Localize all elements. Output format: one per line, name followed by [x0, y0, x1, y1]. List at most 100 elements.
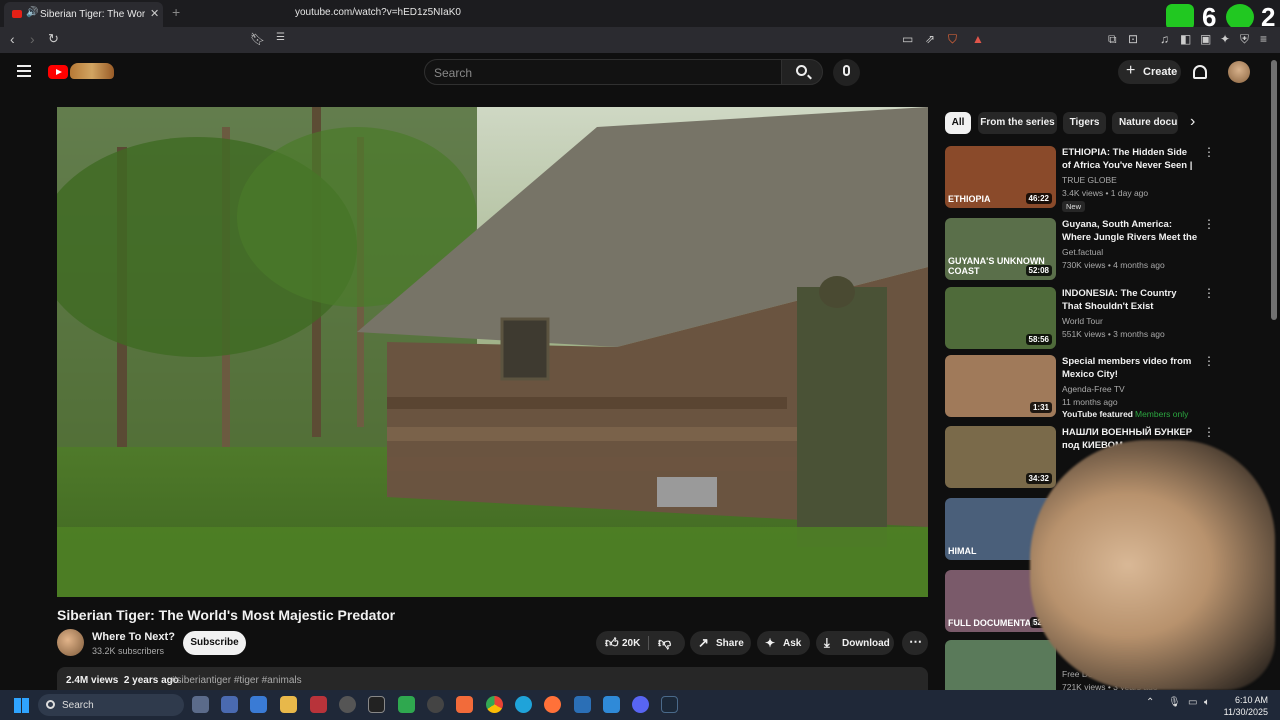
create-button[interactable]: + Create	[1118, 60, 1181, 84]
recommendation-title[interactable]: INDONESIA: The Country That Shouldn't Ex…	[1062, 287, 1198, 313]
volume-icon[interactable]: 🔈︎	[1204, 697, 1210, 708]
chrome-icon[interactable]	[486, 696, 503, 713]
chip-all[interactable]: All	[945, 112, 971, 134]
share-page-icon[interactable]: ⇗	[925, 32, 935, 46]
app-icon[interactable]	[310, 696, 327, 713]
discord-icon[interactable]	[632, 696, 649, 713]
system-clock[interactable]: 6:10 AM 11/30/2025	[1222, 694, 1268, 718]
more-vertical-icon[interactable]: ⋮	[1203, 287, 1215, 299]
sidebar-icon[interactable]: ◧	[1180, 32, 1191, 46]
microphone-tray-icon[interactable]: 🎙︎	[1168, 697, 1181, 708]
chevron-right-icon[interactable]: ›	[1190, 113, 1195, 131]
screenshot-icon[interactable]: ⊡	[1128, 32, 1138, 46]
video-player[interactable]	[57, 107, 928, 597]
more-vertical-icon[interactable]: ⋮	[1203, 355, 1215, 367]
page-scrollbar[interactable]	[1271, 60, 1277, 320]
vpn-icon[interactable]: ⛨	[1240, 32, 1249, 47]
site-info-icon[interactable]: ☰	[276, 32, 285, 43]
like-count[interactable]: 20K	[622, 638, 640, 649]
file-explorer-icon[interactable]	[280, 696, 297, 713]
bookmark-icon[interactable]: 🔖︎	[250, 32, 265, 46]
app-icon[interactable]	[221, 696, 238, 713]
close-tab-icon[interactable]: ✕	[150, 7, 159, 20]
audio-playing-icon[interactable]: 🔊	[26, 7, 38, 18]
menu-icon[interactable]: ≡	[1260, 32, 1267, 46]
search-input[interactable]	[424, 59, 782, 85]
back-icon[interactable]: ‹	[10, 31, 15, 47]
browser-tab[interactable]: 🔊 Siberian Tiger: The World's Most Majes…	[4, 2, 163, 27]
recommendation-channel[interactable]: Agenda-Free TV	[1062, 384, 1125, 394]
video-thumbnail[interactable]: 34:32	[945, 426, 1056, 488]
dislike-icon[interactable]: 👎︎	[658, 635, 671, 651]
app-icon[interactable]	[398, 696, 415, 713]
channel-name[interactable]: Where To Next?	[92, 631, 175, 643]
recommendation-title[interactable]: Guyana, South America: Where Jungle Rive…	[1062, 218, 1198, 245]
url-text[interactable]: youtube.com/watch?v=hED1z5NIaK0	[295, 7, 461, 18]
tab-title: Siberian Tiger: The World's Most Majesti…	[40, 9, 145, 20]
voice-search-button[interactable]	[833, 59, 860, 86]
more-vertical-icon[interactable]: ⋮	[1203, 426, 1215, 438]
recommendation-item[interactable]: 1:31 Special members video from Mexico Ci…	[945, 355, 1215, 419]
recommendation-item[interactable]: 58:56 INDONESIA: The Country That Shouldn…	[945, 287, 1215, 351]
rewards-icon[interactable]: ▲	[972, 32, 984, 46]
sparkle-icon: ✦	[765, 636, 776, 650]
download-label: Download	[842, 638, 890, 649]
chip-nature-documentaries[interactable]: Nature documentaries	[1112, 112, 1178, 134]
app-icon[interactable]	[574, 696, 591, 713]
video-thumbnail[interactable]: 1:31	[945, 355, 1056, 417]
recommendation-meta: 730K views • 4 months ago	[1062, 260, 1165, 270]
search-button[interactable]	[781, 59, 823, 85]
app-icon[interactable]	[192, 696, 209, 713]
reload-icon[interactable]: ↻	[48, 31, 59, 47]
brave-icon[interactable]	[456, 696, 473, 713]
like-icon[interactable]: 👍︎	[605, 635, 619, 651]
notifications-bell-icon[interactable]	[1193, 65, 1207, 79]
more-vertical-icon[interactable]: ⋮	[1203, 146, 1215, 158]
youtube-doodle-icon[interactable]	[70, 63, 114, 79]
steam-icon[interactable]	[661, 696, 678, 713]
chip-from-the-series[interactable]: From the series	[978, 112, 1057, 134]
account-avatar[interactable]	[1228, 61, 1250, 83]
chip-tigers[interactable]: Tigers	[1063, 112, 1106, 134]
recommendation-channel[interactable]: TRUE GLOBE	[1062, 175, 1117, 185]
hamburger-menu-icon[interactable]	[17, 65, 31, 77]
channel-avatar[interactable]	[57, 629, 84, 656]
firefox-icon[interactable]	[544, 696, 561, 713]
more-actions-button[interactable]: ⋯	[902, 631, 928, 655]
more-vertical-icon[interactable]: ⋮	[1203, 218, 1215, 230]
app-icon[interactable]	[339, 696, 356, 713]
wallet-icon[interactable]: ▣	[1200, 32, 1211, 46]
youtube-logo-icon[interactable]	[48, 65, 68, 79]
network-icon[interactable]: ▭	[1188, 697, 1197, 708]
view-count: 2.4M views 2 years ago	[66, 675, 179, 686]
hashtags[interactable]: #siberiantiger #tiger #animals	[171, 675, 302, 686]
windows-start-icon[interactable]	[14, 698, 29, 713]
leo-ai-icon[interactable]: ✦	[1220, 32, 1230, 46]
subscribe-button[interactable]: Subscribe	[183, 631, 246, 655]
download-button[interactable]: ⤓ Download	[816, 631, 894, 655]
brave-shield-icon[interactable]: ⛉	[948, 32, 957, 47]
new-tab-button[interactable]: +	[172, 4, 180, 20]
vscode-icon[interactable]	[603, 696, 620, 713]
recommendation-item[interactable]: GUYANA'S UNKNOWN COAST 52:08 Guyana, South…	[945, 218, 1215, 282]
ask-button[interactable]: ✦ Ask	[757, 631, 810, 655]
taskbar-search[interactable]: Search	[38, 694, 184, 716]
recommendation-title[interactable]: ETHIOPIA: The Hidden Side of Africa You'…	[1062, 146, 1198, 173]
recommendation-title[interactable]: Special members video from Mexico City!	[1062, 355, 1198, 381]
video-thumbnail[interactable]: ETHIOPIA 46:22	[945, 146, 1056, 208]
video-thumbnail[interactable]: 58:56	[945, 287, 1056, 349]
recommendation-channel[interactable]: Get.factual	[1062, 247, 1103, 257]
recommendation-channel[interactable]: World Tour	[1062, 316, 1103, 326]
video-thumbnail[interactable]: GUYANA'S UNKNOWN COAST 52:08	[945, 218, 1056, 280]
app-icon[interactable]	[368, 696, 385, 713]
media-icon[interactable]: ♫	[1160, 32, 1169, 46]
forward-icon[interactable]: ›	[30, 31, 35, 47]
edge-icon[interactable]	[515, 696, 532, 713]
cast-icon[interactable]: ▭	[902, 32, 913, 46]
app-icon[interactable]	[250, 696, 267, 713]
tray-chevron-icon[interactable]: ⌃	[1146, 697, 1154, 708]
app-icon[interactable]	[427, 696, 444, 713]
recommendation-item[interactable]: ETHIOPIA 46:22 ETHIOPIA: The Hidden Side o…	[945, 146, 1215, 212]
extensions-icon[interactable]: ⧉	[1108, 32, 1117, 47]
share-button[interactable]: ↗ Share	[690, 631, 751, 655]
